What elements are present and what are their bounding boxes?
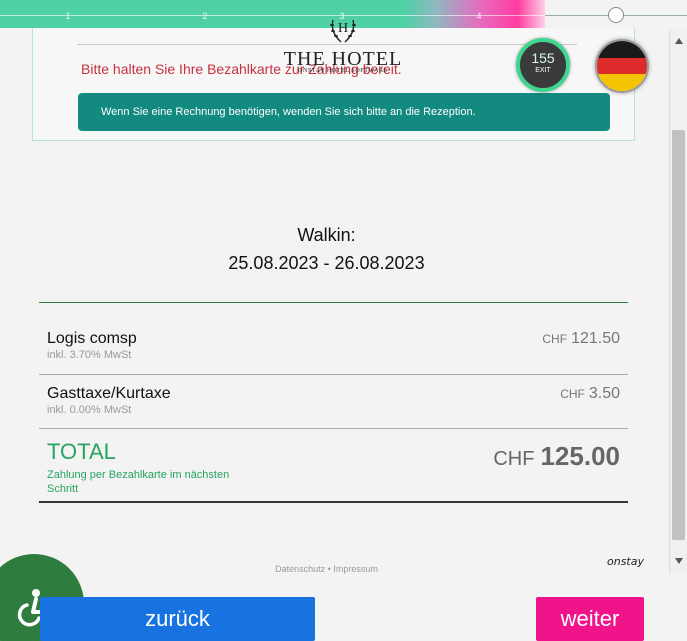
- invoice-notice: Wenn Sie eine Rechnung benötigen, wenden…: [78, 93, 610, 131]
- progress-step-4: 4: [476, 11, 482, 21]
- item-name: Logis comsp: [47, 330, 137, 347]
- scrollbar[interactable]: [669, 30, 687, 574]
- progress-step-2: 2: [202, 11, 208, 21]
- booking-dates: 25.08.2023 - 26.08.2023: [228, 253, 425, 273]
- total-amount: CHF 125.00: [493, 441, 620, 472]
- total-payment-note: Zahlung per Bezahlkarte im nächsten Schr…: [47, 469, 230, 495]
- scroll-thumb[interactable]: [672, 130, 685, 540]
- item-currency: CHF: [542, 332, 568, 346]
- germany-flag-icon[interactable]: [595, 39, 649, 93]
- next-button[interactable]: weiter: [536, 597, 644, 641]
- timer-seconds: 155: [531, 50, 555, 66]
- footer-separator: •: [327, 564, 331, 574]
- scroll-up-arrow-icon[interactable]: [675, 38, 683, 44]
- progress-end-marker: [608, 7, 624, 23]
- item-name: Gasttaxe/Kurtaxe: [47, 385, 171, 402]
- total-label: TOTAL: [47, 439, 116, 464]
- onstay-logo: onstay: [607, 555, 644, 568]
- progress-fill: [0, 0, 545, 28]
- invoice-bottom-rule: [39, 501, 628, 503]
- progress-step-1: 1: [65, 11, 71, 21]
- item-price: CHF 121.50: [542, 330, 620, 348]
- imprint-link[interactable]: Impressum: [333, 564, 378, 574]
- invoice-total-row: TOTAL Zahlung per Bezahlkarte im nächste…: [39, 429, 628, 501]
- privacy-link[interactable]: Datenschutz: [275, 564, 325, 574]
- item-price: CHF 3.50: [560, 385, 620, 403]
- back-button[interactable]: zurück: [40, 597, 315, 641]
- item-tax: inkl. 3.70% MwSt: [47, 349, 132, 361]
- total-currency: CHF: [493, 448, 535, 470]
- hotel-subtitle: ONSTAY HOTEL SOFTWARE: [298, 68, 388, 74]
- hotel-logo: H THE HOTEL ONSTAY HOTEL SOFTWARE: [282, 10, 404, 74]
- scroll-down-arrow-icon[interactable]: [675, 558, 683, 564]
- flag-stripe-red: [597, 57, 647, 75]
- session-timer-exit-button[interactable]: 155 EXIT: [516, 38, 570, 92]
- invoice-row: Logis comsp inkl. 3.70% MwSt CHF 121.50: [39, 303, 628, 375]
- laurel-crest-icon: H: [330, 19, 356, 43]
- booking-type: Walkin:: [297, 225, 356, 245]
- item-amount: 121.50: [571, 330, 620, 347]
- logo-crest-letter: H: [338, 21, 348, 36]
- invoice-row: Gasttaxe/Kurtaxe inkl. 0.00% MwSt CHF 3.5…: [39, 375, 628, 429]
- item-amount: 3.50: [588, 385, 620, 402]
- item-currency: CHF: [560, 387, 585, 401]
- footer-links: Datenschutz • Impressum: [0, 564, 653, 574]
- exit-label: EXIT: [535, 67, 551, 74]
- total-value: 125.00: [540, 441, 620, 471]
- item-tax: inkl. 0.00% MwSt: [47, 404, 132, 416]
